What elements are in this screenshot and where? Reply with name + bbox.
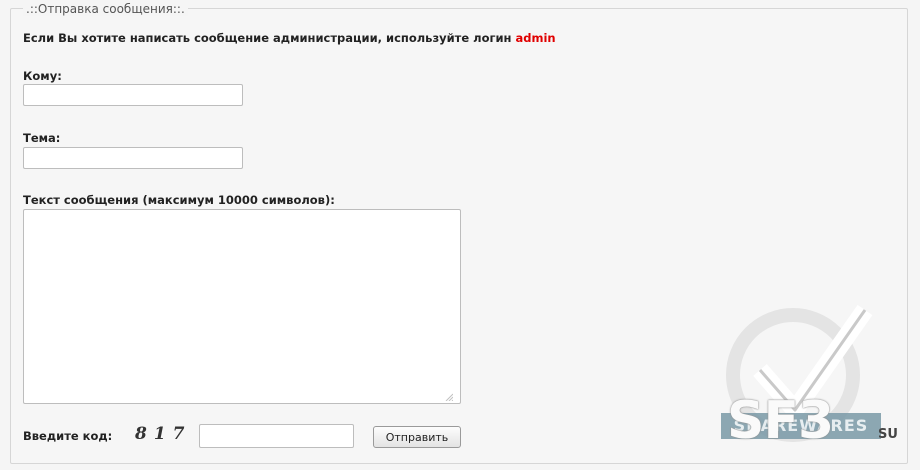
to-label: Кому: [23, 69, 62, 83]
captcha-label: Введите код: [23, 429, 113, 443]
subject-label: Тема: [23, 131, 61, 145]
admin-notice: Если Вы хотите написать сообщение админи… [23, 31, 556, 45]
captcha-input[interactable] [199, 424, 354, 448]
resize-grip-icon[interactable] [445, 393, 453, 401]
submit-button[interactable]: Отправить [373, 426, 461, 448]
admin-notice-text: Если Вы хотите написать сообщение админи… [23, 31, 516, 45]
watermark: SHAREWARES SF3 SU [715, 285, 915, 465]
form-legend: .::Отправка сообщения::. [23, 2, 188, 16]
message-textarea[interactable] [23, 209, 461, 404]
captcha-code: 817 [135, 424, 192, 444]
admin-login: admin [515, 31, 556, 45]
subject-input[interactable] [23, 147, 243, 169]
watermark-logo-text: SF3 [727, 391, 834, 451]
message-label: Текст сообщения (максимум 10000 символов… [23, 193, 335, 207]
watermark-suffix: SU [878, 427, 898, 442]
to-input[interactable] [23, 84, 243, 106]
